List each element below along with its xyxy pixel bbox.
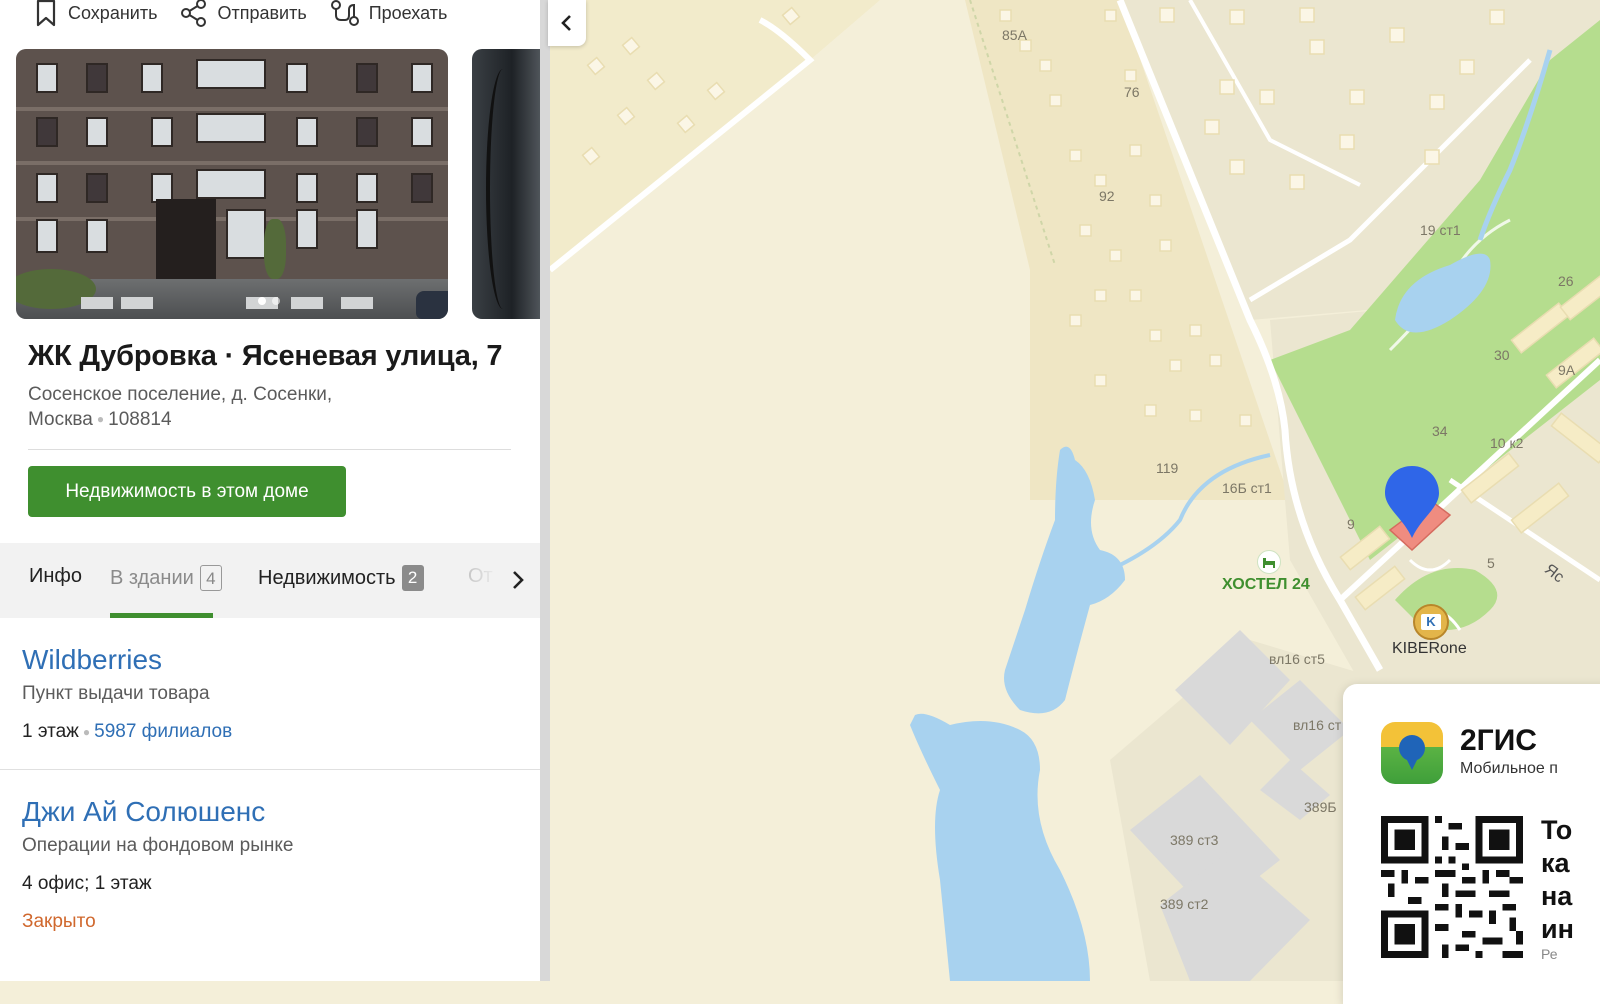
promo-subtitle: Мобильное п [1460, 760, 1558, 777]
tab-label: Инфо [29, 565, 82, 587]
branches-link[interactable]: 5987 филиалов [94, 721, 232, 742]
address-line: Сосенское поселение, д. Сосенки, [28, 384, 333, 405]
route-icon [329, 0, 361, 28]
collapse-panel-button[interactable] [548, 0, 586, 46]
chevron-left-icon [561, 15, 571, 31]
house-number-label: 19 ст1 [1420, 222, 1461, 238]
pager-dot-active[interactable] [258, 297, 266, 305]
share-icon [179, 0, 209, 28]
house-number-label: 119 [1156, 460, 1179, 476]
place-title: ЖК Дубровка · Ясеневая улица, 7 [28, 340, 503, 372]
house-number-label: 389 ст2 [1160, 896, 1209, 912]
house-number-label: 10 к2 [1490, 435, 1524, 451]
house-number-label: 16Б ст1 [1222, 480, 1272, 496]
tab-bar: Инфо В здании 4 Недвижимость 2 От [0, 543, 540, 618]
second-photo[interactable] [472, 49, 540, 319]
house-number-label: 5 [1487, 555, 1495, 571]
hostel-poi-label[interactable]: ХОСТЕЛ 24 [1222, 576, 1310, 594]
pager-dot[interactable] [272, 297, 280, 305]
save-label: Сохранить [68, 2, 158, 23]
org-category: Операции на фондовом рынке [22, 835, 294, 856]
place-card-panel: Сохранить Отправить Проехать ЖК Дубровка… [0, 0, 540, 981]
house-number-label: 9А [1558, 362, 1576, 378]
realty-in-building-button[interactable]: Недвижимость в этом доме [28, 466, 346, 517]
house-number-label: 389Б [1304, 799, 1337, 815]
house-number-label: 92 [1099, 188, 1115, 204]
tab-realty[interactable]: Недвижимость 2 [258, 565, 424, 591]
house-number-label: 34 [1432, 423, 1448, 439]
qr-code [1381, 816, 1523, 958]
org-name-link[interactable]: Джи Ай Солюшенс [22, 796, 265, 828]
kiberone-poi-label[interactable]: KIBERone [1392, 640, 1467, 658]
org-category: Пункт выдачи товара [22, 683, 210, 704]
route-button[interactable]: Проехать [329, 0, 448, 28]
promo-text: То ка на ин [1541, 815, 1574, 944]
house-number-label: 30 [1494, 347, 1510, 363]
gallery-pager [258, 297, 280, 305]
org-name-link[interactable]: Wildberries [22, 644, 162, 676]
panel-scrollbar[interactable] [540, 0, 550, 981]
share-button[interactable]: Отправить [179, 0, 307, 28]
route-label: Проехать [368, 2, 448, 23]
app-promo-card[interactable]: 2ГИС Мобильное п То ка на ин Ре [1343, 684, 1600, 1004]
promo-small-text: Ре [1541, 946, 1558, 962]
dot-separator: ● [96, 412, 105, 427]
hostel-poi-icon[interactable] [1257, 550, 1281, 574]
2gis-logo-icon [1381, 722, 1443, 784]
dot-separator: ● [82, 724, 91, 739]
house-number-label: 76 [1124, 84, 1140, 100]
tab-info[interactable]: Инфо [29, 565, 82, 588]
save-button[interactable]: Сохранить [32, 0, 157, 27]
promo-brand: 2ГИС [1460, 724, 1537, 757]
kiberone-poi-icon[interactable]: K [1413, 604, 1449, 640]
org-floor: 4 офис; 1 этаж [22, 873, 152, 894]
tab-in-building[interactable]: В здании 4 [110, 565, 222, 591]
building-photo[interactable] [16, 49, 448, 319]
tab-count-badge: 4 [199, 565, 222, 591]
house-number-label: 389 ст3 [1170, 832, 1219, 848]
place-actions-bar: Сохранить Отправить Проехать [32, 0, 448, 28]
tabs-scroll-right-button[interactable] [506, 568, 530, 592]
org-meta: 1 этаж ● 5987 филиалов [22, 721, 232, 743]
org-floor: 1 этаж [22, 721, 79, 742]
active-tab-indicator [110, 613, 213, 618]
house-number-label: вл16 ст5 [1269, 651, 1325, 667]
tab-count-badge: 2 [401, 565, 424, 591]
house-number-label: 9 [1347, 516, 1355, 532]
place-address: Сосенское поселение, д. Сосенки, Москва ●… [28, 382, 448, 432]
share-label: Отправить [217, 2, 307, 23]
divider [0, 769, 540, 770]
org-status: Закрыто [22, 911, 96, 932]
tab-label: Недвижимость [258, 566, 396, 589]
house-number-label: 26 [1558, 273, 1574, 289]
divider [28, 449, 511, 450]
bookmark-icon [32, 0, 60, 27]
address-city: Москва [28, 409, 93, 430]
tab-label: В здании [110, 566, 194, 589]
chevron-right-icon [513, 571, 524, 589]
house-number-label: вл16 ст [1293, 717, 1342, 733]
address-postcode: 108814 [108, 409, 172, 430]
house-number-label: 85А [1002, 27, 1027, 43]
photo-gallery [16, 49, 540, 319]
